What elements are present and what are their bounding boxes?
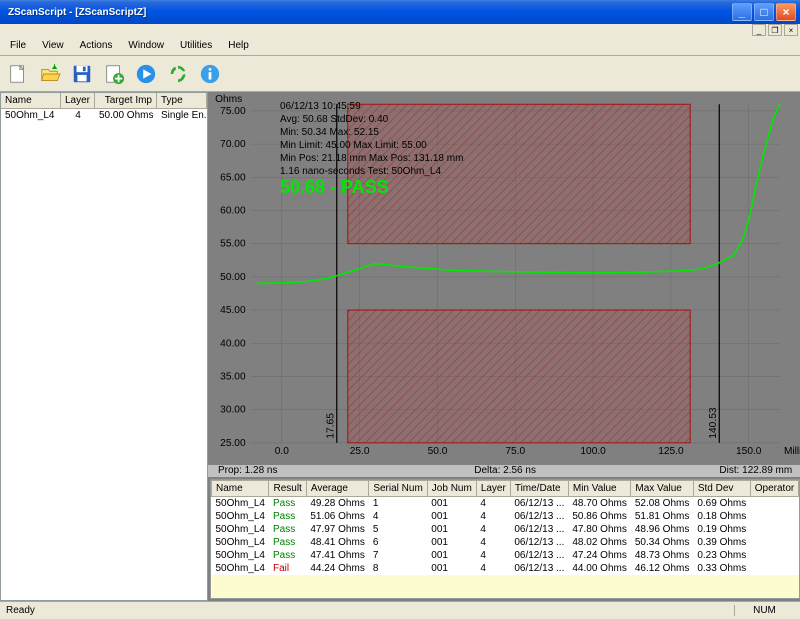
table-row [212, 575, 799, 588]
svg-text:65.00: 65.00 [220, 172, 246, 183]
svg-text:50.0: 50.0 [428, 446, 448, 457]
svg-text:25.00: 25.00 [220, 438, 246, 449]
svg-text:55.00: 55.00 [220, 239, 246, 250]
col-name[interactable]: Name [1, 93, 61, 108]
toolbar [0, 56, 800, 92]
title-bar: ZScanScript - [ZScanScriptZ] _ □ × [0, 0, 800, 24]
status-bar: Ready NUM [0, 601, 800, 619]
menu-window[interactable]: Window [120, 38, 172, 55]
svg-text:Ohms: Ohms [215, 94, 242, 105]
rh-job[interactable]: Job Num [427, 480, 476, 496]
results-header-row: Name Result Average Serial Num Job Num L… [212, 480, 799, 496]
svg-text:100.0: 100.0 [580, 446, 606, 457]
minimize-button[interactable]: _ [732, 3, 752, 21]
svg-text:70.00: 70.00 [220, 139, 246, 150]
rh-op[interactable]: Operator [750, 480, 798, 496]
status-dist: Dist: 122.89 mm [601, 465, 792, 476]
svg-text:140.53: 140.53 [708, 407, 719, 439]
menu-file[interactable]: File [2, 38, 34, 55]
svg-text:0.0: 0.0 [275, 446, 289, 457]
rh-serial[interactable]: Serial Num [369, 480, 427, 496]
menu-utilities[interactable]: Utilities [172, 38, 220, 55]
mdi-restore-button[interactable]: ❐ [768, 24, 782, 36]
menu-view[interactable]: View [34, 38, 72, 55]
cell-name: 50Ohm_L4 [1, 109, 61, 122]
svg-text:150.0: 150.0 [736, 446, 762, 457]
save-button[interactable] [68, 60, 96, 88]
table-row[interactable]: 50Ohm_L4Fail44.24 Ohms8001406/12/13 ...4… [212, 562, 799, 575]
maximize-button[interactable]: □ [754, 3, 774, 21]
svg-text:40.00: 40.00 [220, 338, 246, 349]
menu-help[interactable]: Help [220, 38, 257, 55]
info-button[interactable] [196, 60, 224, 88]
table-row[interactable]: 50Ohm_L4Pass49.28 Ohms1001406/12/13 ...4… [212, 496, 799, 510]
rh-layer[interactable]: Layer [476, 480, 510, 496]
test-list-header: Name Layer Target Imp Type [1, 93, 207, 109]
recycle-button[interactable] [164, 60, 192, 88]
svg-text:30.00: 30.00 [220, 405, 246, 416]
col-layer[interactable]: Layer [61, 93, 95, 108]
add-page-button[interactable] [100, 60, 128, 88]
table-row[interactable]: 50Ohm_L4Pass48.41 Ohms6001406/12/13 ...4… [212, 536, 799, 549]
rh-min[interactable]: Min Value [568, 480, 630, 496]
mdi-minimize-button[interactable]: _ [752, 24, 766, 36]
open-button[interactable] [36, 60, 64, 88]
mdi-bar: _ ❐ × [0, 24, 800, 38]
chart-status-line: Prop: 1.28 ns Delta: 2.56 ns Dist: 122.8… [208, 465, 800, 476]
status-prop: Prop: 1.28 ns [218, 465, 409, 476]
svg-text:75.00: 75.00 [220, 106, 246, 117]
table-row[interactable]: 50Ohm_L4Pass51.06 Ohms4001406/12/13 ...5… [212, 510, 799, 523]
menu-actions[interactable]: Actions [72, 38, 121, 55]
status-ready: Ready [6, 605, 734, 616]
chart-area[interactable]: 17.65 140.53 25.00 30.00 35.00 40.00 45.00 50.… [210, 94, 800, 463]
right-pane: 17.65 140.53 25.00 30.00 35.00 40.00 45.00 50.… [208, 92, 800, 601]
close-button[interactable]: × [776, 3, 796, 21]
test-list-pane: Name Layer Target Imp Type 50Ohm_L4 4 50… [0, 92, 208, 601]
status-delta: Delta: 2.56 ns [409, 465, 600, 476]
new-button[interactable] [4, 60, 32, 88]
results-table: Name Result Average Serial Num Job Num L… [211, 480, 799, 599]
svg-text:60.00: 60.00 [220, 206, 246, 217]
table-row[interactable]: 50Ohm_L4Pass47.97 Ohms5001406/12/13 ...4… [212, 523, 799, 536]
test-list-row[interactable]: 50Ohm_L4 4 50.00 Ohms Single En... [1, 109, 207, 122]
play-button[interactable] [132, 60, 160, 88]
cell-type: Single En... [157, 109, 207, 122]
svg-text:45.00: 45.00 [220, 305, 246, 316]
col-type[interactable]: Type [157, 93, 207, 108]
svg-text:17.65: 17.65 [326, 413, 337, 439]
window-title: ZScanScript - [ZScanScriptZ] [4, 7, 732, 18]
menu-bar: File View Actions Window Utilities Help [0, 38, 800, 56]
col-target-imp[interactable]: Target Imp [95, 93, 157, 108]
svg-text:35.00: 35.00 [220, 371, 246, 382]
cell-target-imp: 50.00 Ohms [95, 109, 157, 122]
svg-text:50.00: 50.00 [220, 272, 246, 283]
status-num: NUM [734, 605, 794, 616]
rh-sd[interactable]: Std Dev [693, 480, 750, 496]
table-row[interactable]: 50Ohm_L4Pass47.41 Ohms7001406/12/13 ...4… [212, 549, 799, 562]
results-pane[interactable]: Name Result Average Serial Num Job Num L… [210, 479, 800, 599]
svg-text:75.0: 75.0 [505, 446, 525, 457]
rh-name[interactable]: Name [212, 480, 269, 496]
svg-text:125.0: 125.0 [658, 446, 684, 457]
rh-td[interactable]: Time/Date [510, 480, 568, 496]
mdi-close-button[interactable]: × [784, 24, 798, 36]
cell-layer: 4 [61, 109, 95, 122]
rh-result[interactable]: Result [269, 480, 306, 496]
svg-text:Millimeters: Millimeters [784, 446, 800, 457]
rh-max[interactable]: Max Value [631, 480, 693, 496]
chart-svg: 17.65 140.53 25.00 30.00 35.00 40.00 45.00 50.… [210, 94, 800, 463]
rh-avg[interactable]: Average [306, 480, 368, 496]
table-row [212, 588, 799, 599]
svg-text:25.0: 25.0 [350, 446, 370, 457]
